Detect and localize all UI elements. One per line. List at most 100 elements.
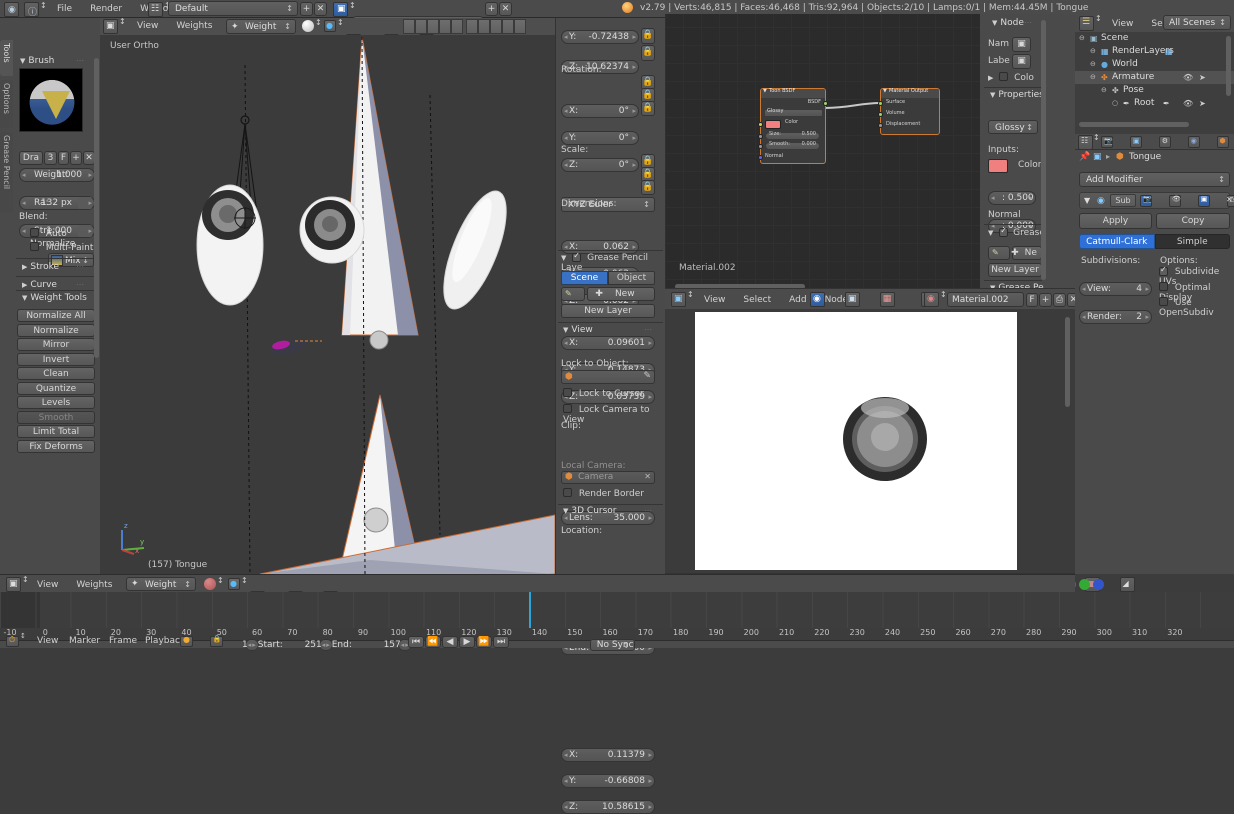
dimension-x-field[interactable]: X: 0.09601 bbox=[561, 336, 655, 350]
jump-to-start-button[interactable]: ⏮ bbox=[408, 636, 424, 648]
node-toon-color-socket[interactable] bbox=[758, 122, 763, 127]
outliner-row-pose[interactable]: ⊖ ✤ Pose bbox=[1075, 84, 1234, 97]
delete-layout-button[interactable]: ✕ bbox=[314, 2, 327, 16]
gp-tab-scene[interactable]: Scene bbox=[561, 271, 608, 285]
node-color-swatch[interactable] bbox=[988, 159, 1008, 173]
material-name-field[interactable]: Material.002 bbox=[947, 292, 1024, 307]
add-modifier-button[interactable]: Add Modifier bbox=[1079, 172, 1230, 187]
use-opensubdiv-row[interactable]: Use OpenSubdiv bbox=[1159, 297, 1234, 318]
node-color-panel-header[interactable]: Colo bbox=[988, 72, 1034, 83]
lock-camera-checkbox[interactable] bbox=[563, 404, 572, 413]
gp-new-button[interactable]: ✚ New bbox=[587, 287, 655, 301]
channel-blue-icon[interactable] bbox=[1093, 579, 1104, 590]
lock-to-object-field[interactable]: ⬢ ✎ bbox=[561, 370, 655, 384]
modifier-expand-icon[interactable]: ▼ bbox=[1084, 196, 1090, 205]
image-editor-canvas[interactable] bbox=[665, 309, 1075, 573]
weight-tool-limit-total[interactable]: Limit Total bbox=[17, 425, 95, 438]
outliner-hscroll[interactable] bbox=[1079, 122, 1189, 127]
weight-tool-normalize-all[interactable]: Normalize All bbox=[17, 309, 95, 322]
rotation-x-field[interactable]: X: 0° bbox=[561, 104, 639, 118]
scene-layers-group-1[interactable] bbox=[403, 19, 463, 34]
material-unlink-button[interactable]: ⎙ bbox=[1053, 293, 1066, 307]
menu-render[interactable]: Render bbox=[81, 0, 131, 18]
node-label-field[interactable]: ▣ bbox=[1012, 54, 1031, 69]
weight-tool-quantize[interactable]: Quantize bbox=[17, 381, 95, 395]
brush-name-field[interactable]: Dra bbox=[19, 151, 43, 165]
apply-modifier-button[interactable]: Apply bbox=[1079, 213, 1152, 229]
interaction-mode-selector[interactable]: ✦ Weight Paint bbox=[226, 19, 296, 46]
render-border-row[interactable]: Render Border bbox=[563, 488, 644, 499]
play-reverse-button[interactable]: ◀ bbox=[442, 636, 458, 648]
outliner-vscroll[interactable] bbox=[1226, 36, 1231, 96]
subdivide-uvs-checkbox[interactable] bbox=[1159, 267, 1168, 276]
zdepth-icon[interactable]: ◢ bbox=[1119, 577, 1135, 592]
viewport-menu-view[interactable]: View bbox=[128, 18, 167, 35]
delete-scene-button[interactable]: ✕ bbox=[499, 2, 512, 16]
timeline-editor[interactable]: -10 0 10 20 30 40 50 60 70 80 90 100 110 120 130 140 150… bbox=[0, 592, 1234, 651]
outliner-row-root[interactable]: ○ ✒ Root 👁 ➤ ✒ bbox=[1075, 97, 1234, 110]
auto-normalize-checkbox[interactable] bbox=[30, 228, 39, 237]
material-add-button[interactable]: + bbox=[1039, 293, 1052, 307]
curve-panel-header[interactable]: Curve bbox=[20, 280, 57, 290]
copy-modifier-button[interactable]: Copy bbox=[1156, 213, 1230, 229]
timeline-playhead[interactable] bbox=[529, 592, 531, 628]
cursor-z-field[interactable]: Z: 10.58615 bbox=[561, 800, 655, 814]
modifier-realtime-toggle[interactable]: 👁 bbox=[1168, 195, 1181, 207]
outliner-selectability-icon[interactable]: ➤ bbox=[1199, 97, 1206, 110]
add-brush-button[interactable]: + bbox=[70, 151, 82, 165]
cursor-x-field[interactable]: X: 0.11379 bbox=[561, 748, 655, 762]
node-gp-brush-icon[interactable]: ✎ bbox=[988, 246, 1010, 260]
outliner-visibility-icon[interactable]: 👁 bbox=[1183, 71, 1193, 84]
fake-user-button[interactable]: F bbox=[58, 151, 69, 165]
location-y-field[interactable]: Y: -0.72438 bbox=[561, 30, 639, 44]
weight-tools-panel-header[interactable]: Weight Tools bbox=[20, 293, 86, 303]
rotation-y-field[interactable]: Y: 0° bbox=[561, 131, 639, 145]
image-editor-vscroll[interactable] bbox=[1065, 317, 1070, 407]
node-toon-size-socket[interactable] bbox=[758, 134, 763, 139]
multi-paint-checkbox[interactable] bbox=[30, 242, 39, 251]
brush-users-count[interactable]: 3 bbox=[44, 151, 57, 165]
texture-type-icon[interactable]: ▦ bbox=[879, 292, 895, 307]
node-menu-view[interactable]: View bbox=[695, 291, 734, 309]
tab-options[interactable]: Options bbox=[0, 80, 13, 128]
outliner-selectability-icon[interactable]: ➤ bbox=[1199, 71, 1206, 84]
outliner-row-world[interactable]: ⊖ ● World bbox=[1075, 58, 1234, 71]
viewport-menu-weights[interactable]: Weights bbox=[167, 18, 221, 35]
weight-tool-normalize[interactable]: Normalize bbox=[17, 323, 95, 337]
weight-tool-fix-deforms[interactable]: Fix Deforms bbox=[17, 439, 95, 453]
modifier-name-field[interactable]: Sub bbox=[1110, 194, 1136, 207]
tab-tools[interactable]: Tools bbox=[0, 40, 13, 76]
view-panel-header[interactable]: View bbox=[561, 325, 592, 335]
tab-world[interactable]: ◉ bbox=[1187, 136, 1200, 148]
outliner-menu-view[interactable]: View bbox=[1103, 15, 1142, 33]
shader-type-icon[interactable]: ◉ bbox=[810, 292, 825, 307]
add-scene-button[interactable]: + bbox=[485, 2, 498, 16]
timeline-track-area[interactable] bbox=[0, 592, 1234, 628]
subdiv-type-simple[interactable]: Simple bbox=[1154, 234, 1230, 249]
outliner-row-scene[interactable]: ⊖ ▣ Scene bbox=[1075, 32, 1234, 45]
sync-mode-selector[interactable]: No Sync bbox=[589, 639, 635, 651]
node-toon-size-field[interactable]: Size: 0.500 bbox=[765, 131, 820, 140]
weight-tool-invert[interactable]: Invert bbox=[17, 352, 95, 366]
subdiv-type-catmull-clark[interactable]: Catmull-Clark bbox=[1079, 234, 1155, 249]
node-gp-new-layer-button[interactable]: New Layer bbox=[988, 263, 1042, 277]
outliner-display-mode[interactable]: All Scenes bbox=[1163, 15, 1231, 30]
node-toon-output-socket[interactable] bbox=[823, 101, 828, 106]
node-grease-panel-header[interactable]: Grease bbox=[988, 228, 1045, 238]
material-browse-icon[interactable]: ◉ ↕ bbox=[924, 290, 947, 310]
scene-layers-group-2[interactable] bbox=[466, 19, 526, 34]
modifier-delete-icon[interactable]: ✕ bbox=[1226, 195, 1233, 204]
weight-tool-clean[interactable]: Clean bbox=[17, 367, 95, 380]
gp-new-layer-button[interactable]: New Layer bbox=[561, 304, 655, 318]
node-output-header[interactable]: ▼ Material Output bbox=[881, 88, 939, 98]
outliner-expand-icon[interactable]: ⊖ bbox=[1090, 58, 1096, 71]
outliner-expand-icon[interactable]: ⊖ bbox=[1101, 84, 1107, 97]
gp-layers-panel-header[interactable]: Grease Pencil Laye bbox=[561, 253, 665, 273]
modifier-render-toggle[interactable]: 📷 bbox=[1140, 195, 1152, 207]
node-output-surface-socket[interactable] bbox=[878, 101, 883, 106]
pin-icon[interactable]: 📌 bbox=[1079, 152, 1090, 162]
cursor-y-field[interactable]: Y: -0.66808 bbox=[561, 774, 655, 788]
image-canvas[interactable] bbox=[695, 312, 1017, 570]
use-opensubdiv-checkbox[interactable] bbox=[1159, 297, 1168, 306]
cursor-panel-header[interactable]: 3D Cursor bbox=[561, 506, 616, 516]
